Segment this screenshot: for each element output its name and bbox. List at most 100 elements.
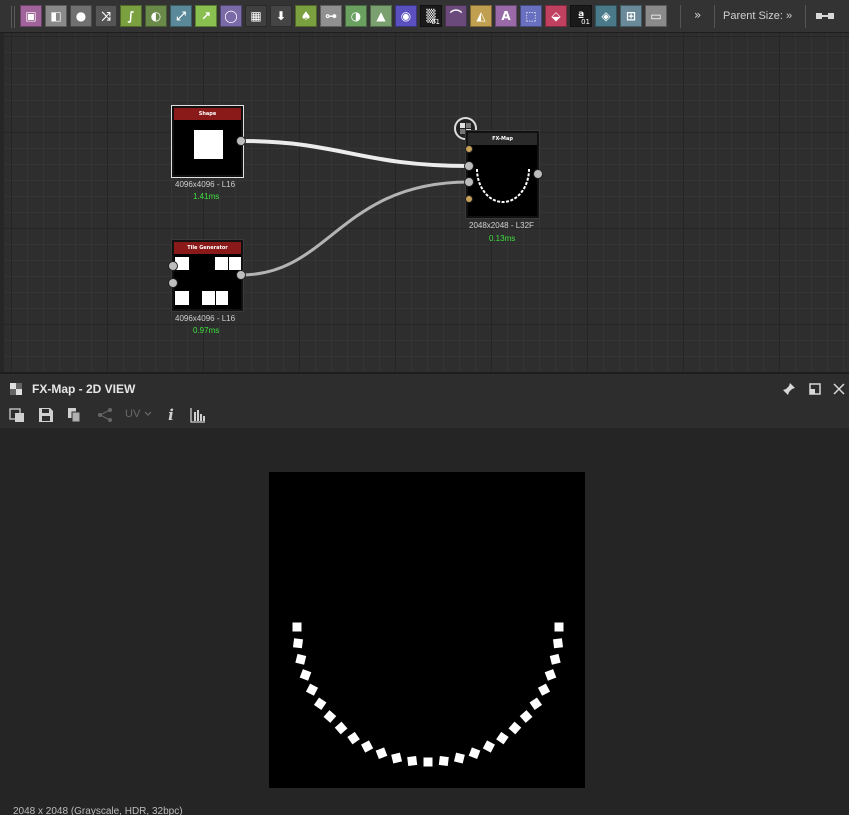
node-fxmap[interactable]: FX-Map [465, 130, 540, 219]
tile-icon[interactable]: ▦ [245, 5, 267, 27]
designer-window: ▣ ◧ ● ⤨ ∫ ◐ ⤢ ↗ ◯ ▦ ⬇ ♠ ⊶ ◑ ▲ ◉ ▒ 01 ⌒ ◭ A ⬚ ⬙ ª 01 ◈ ⊞ ▭ » Parent … [0, 0, 849, 815]
transform-icon[interactable]: ⤢ [170, 5, 192, 27]
output-icon[interactable]: ⬇ [270, 5, 292, 27]
share-icon[interactable] [97, 407, 113, 423]
chevron-down-icon[interactable] [143, 409, 153, 419]
graph-canvas[interactable] [0, 33, 849, 372]
toolbar-separator [805, 5, 806, 28]
arc-square [453, 752, 465, 764]
view-toolbar: UV i [0, 402, 849, 428]
random-icon[interactable]: ⤨ [95, 5, 117, 27]
distance-icon[interactable]: ◈ [595, 5, 617, 27]
uniform-color-icon[interactable]: ● [70, 5, 92, 27]
arc-square [292, 638, 304, 649]
parent-size-dropdown[interactable]: Parent Size: » [723, 10, 792, 22]
input-port-gold[interactable] [465, 195, 473, 203]
tile-preview [202, 291, 215, 305]
toolbar-overflow-button[interactable]: » [694, 8, 701, 22]
arc-square [549, 653, 561, 665]
uv-dropdown[interactable]: UV [125, 408, 140, 420]
pixel-processor-icon[interactable]: ª 01 [570, 5, 592, 27]
arc-square [552, 638, 564, 649]
fxmap-thumbnail-preview [476, 168, 530, 203]
arc-square [519, 710, 533, 723]
sharpen-icon[interactable]: ◭ [470, 5, 492, 27]
graph-instance-icon[interactable]: ▭ [645, 5, 667, 27]
arc-square [334, 721, 348, 735]
arc-square [347, 731, 360, 745]
pin-icon[interactable] [782, 382, 796, 396]
text-icon[interactable]: A [495, 5, 517, 27]
hsl-icon[interactable]: ◉ [395, 5, 417, 27]
arc-square [299, 669, 312, 681]
node-shape[interactable]: Shape [171, 105, 244, 178]
gradient-map-icon[interactable]: ◐ [145, 5, 167, 27]
node-toolbar: ▣ ◧ ● ⤨ ∫ ◐ ⤢ ↗ ◯ ▦ ⬇ ♠ ⊶ ◑ ▲ ◉ ▒ 01 ⌒ ◭ A ⬚ ⬙ ª 01 ◈ ⊞ ▭ » Parent … [0, 0, 849, 33]
tile-preview [175, 291, 189, 305]
panel-title: FX-Map - 2D VIEW [32, 382, 136, 396]
warp-icon[interactable]: ⌒ [445, 5, 467, 27]
view-panel-header: FX-Map - 2D VIEW [0, 372, 849, 402]
info-icon[interactable]: i [163, 407, 179, 423]
fill-icon[interactable]: ⬙ [545, 5, 567, 27]
arc-square [313, 697, 327, 710]
node-tile-generator[interactable]: Tile Generator [171, 239, 244, 312]
arc-square [508, 721, 522, 735]
node-thumbnail [174, 120, 241, 175]
fxmap-icon[interactable]: ⊞ [620, 5, 642, 27]
node-resolution: 4096x4096 - L16 [175, 180, 236, 189]
checker-icon [10, 383, 22, 395]
toolbar-grip[interactable] [11, 6, 15, 28]
tile-preview [216, 291, 228, 305]
toolbar-separator [714, 5, 715, 28]
arc-square [423, 757, 433, 767]
paste-icon[interactable] [66, 407, 82, 423]
output-port[interactable] [236, 136, 246, 146]
arc-square [375, 747, 388, 760]
svg-icon[interactable]: ◧ [45, 5, 67, 27]
crop-icon[interactable]: ⬚ [520, 5, 542, 27]
arc-square [554, 622, 564, 632]
shape-icon[interactable]: ◯ [220, 5, 242, 27]
input-port[interactable] [464, 161, 474, 171]
input-port[interactable] [168, 278, 178, 288]
node-title: FX-Map [468, 133, 537, 145]
output-port[interactable] [533, 169, 543, 179]
graph-left-border [0, 33, 4, 372]
node-thumbnail [174, 254, 241, 309]
directional-warp-icon[interactable]: ↗ [195, 5, 217, 27]
node-title: Tile Generator [174, 242, 241, 254]
arc-square [323, 710, 337, 723]
input-port[interactable] [464, 177, 474, 187]
levels-icon[interactable]: ◑ [345, 5, 367, 27]
node-resolution: 2048x2048 - L32F [469, 221, 534, 230]
arc-of-squares [292, 622, 564, 767]
close-icon[interactable] [832, 382, 846, 396]
node-time: 1.41ms [193, 192, 220, 201]
arc-square [496, 731, 509, 745]
tile-preview [229, 257, 241, 270]
connector-icon[interactable] [814, 8, 836, 24]
blend-icon[interactable]: ♠ [295, 5, 317, 27]
arc-square [537, 683, 551, 696]
arc-square [305, 683, 319, 696]
tile-preview [215, 257, 228, 270]
curve-icon[interactable]: ∫ [120, 5, 142, 27]
switch-icon[interactable]: ⊶ [320, 5, 342, 27]
histogram-icon[interactable]: ▲ [370, 5, 392, 27]
input-port[interactable] [168, 261, 178, 271]
node-time: 0.13ms [489, 234, 516, 243]
maximize-icon[interactable] [808, 382, 822, 396]
copy-view-icon[interactable] [9, 407, 25, 423]
output-port[interactable] [236, 270, 246, 280]
fxmap-preview-image [269, 472, 585, 788]
arc-square [292, 622, 302, 632]
save-icon[interactable] [38, 407, 54, 423]
noise-icon[interactable]: ▒ 01 [420, 5, 442, 27]
input-port-gold[interactable] [465, 145, 473, 153]
arc-square [482, 740, 495, 753]
histogram-icon[interactable] [190, 407, 206, 423]
arc-square [391, 752, 403, 764]
bitmap-icon[interactable]: ▣ [20, 5, 42, 27]
arc-square [468, 747, 481, 760]
